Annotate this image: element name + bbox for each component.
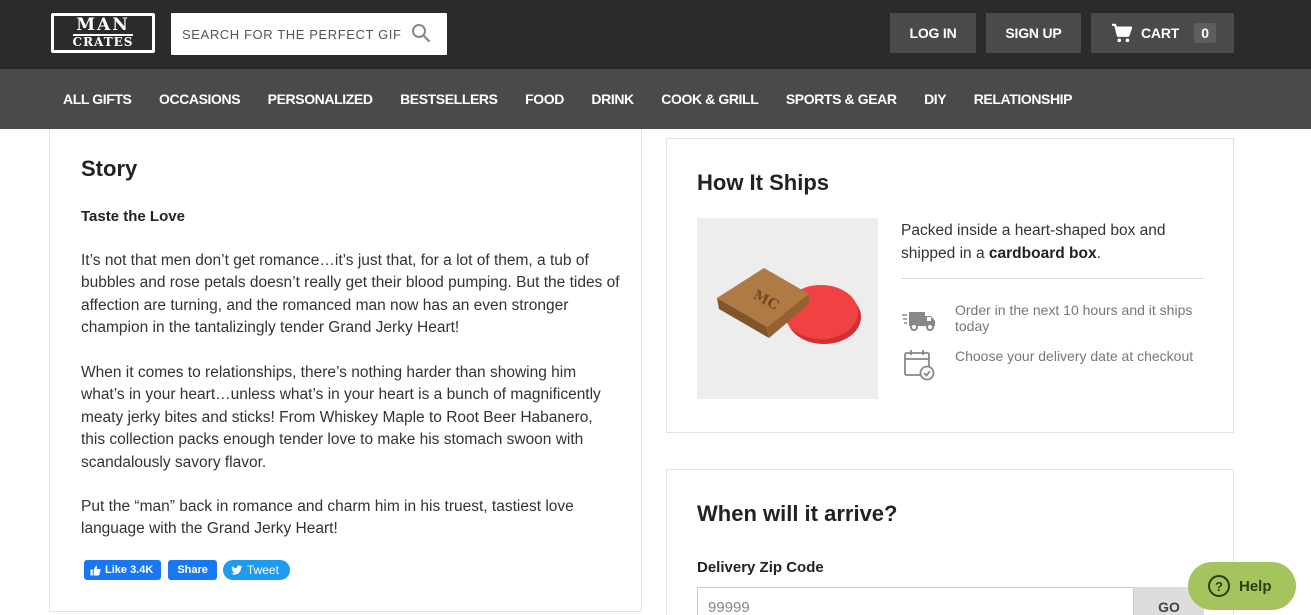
nav-item-occasions[interactable]: OCCASIONS	[159, 91, 241, 107]
tweet-label: Tweet	[246, 563, 279, 577]
story-paragraph: When it comes to relationships, there’s …	[81, 364, 601, 471]
ships-description: Packed inside a heart-shaped box and shi…	[901, 219, 1211, 265]
cart-label: CART	[1141, 25, 1180, 41]
story-subtitle: Taste the Love	[81, 208, 185, 225]
nav-item-bestsellers[interactable]: BESTSELLERS	[400, 91, 498, 107]
main-nav: ALL GIFTS OCCASIONS PERSONALIZED BESTSEL…	[0, 69, 1311, 129]
nav-item-sports-gear[interactable]: SPORTS & GEAR	[786, 91, 897, 107]
cart-count-badge: 0	[1194, 23, 1217, 43]
zip-code-input[interactable]	[697, 587, 1134, 615]
how-it-ships-card: How It Ships MC Packed inside a heart-sh…	[666, 138, 1234, 433]
arrival-title: When will it arrive?	[697, 501, 898, 526]
ships-desc-suffix: .	[1096, 245, 1101, 262]
nav-item-food[interactable]: FOOD	[525, 91, 564, 107]
cart-icon	[1112, 23, 1133, 43]
nav-item-cook-grill[interactable]: COOK & GRILL	[661, 91, 758, 107]
facebook-share-button[interactable]: Share	[168, 560, 217, 580]
story-card: Story Taste the Love It’s not that men d…	[49, 129, 642, 612]
delivery-truck-icon	[902, 312, 935, 331]
thumbs-up-icon	[90, 565, 101, 576]
story-paragraph: It’s not that men don’t get romance…it’s…	[81, 252, 620, 337]
ship-time-row: Order in the next 10 hours and it ships …	[901, 302, 1215, 336]
sign-up-button[interactable]: SIGN UP	[986, 13, 1081, 53]
facebook-like-label: Like 3.4K	[105, 564, 154, 576]
arrival-estimate-card: When will it arrive? Delivery Zip Code G…	[666, 469, 1234, 615]
nav-item-diy[interactable]: DIY	[924, 91, 947, 107]
zip-code-label: Delivery Zip Code	[697, 559, 824, 576]
twitter-bird-icon	[230, 565, 243, 575]
heart-box-product-image: MC	[697, 218, 878, 399]
ship-time-text: Order in the next 10 hours and it ships …	[955, 302, 1193, 334]
tweet-button[interactable]: Tweet	[222, 560, 290, 580]
delivery-date-row: Choose your delivery date at checkout	[901, 348, 1215, 382]
log-in-button[interactable]: LOG IN	[890, 13, 976, 53]
top-header: MAN CRATES LOG IN SIGN UP CART 0	[0, 0, 1311, 69]
question-icon: ?	[1208, 575, 1230, 597]
facebook-like-button[interactable]: Like 3.4K	[84, 560, 162, 580]
help-button[interactable]: ? Help	[1188, 562, 1296, 610]
delivery-date-text: Choose your delivery date at checkout	[955, 348, 1194, 364]
search-box	[171, 13, 447, 55]
man-crates-logo[interactable]: MAN CRATES	[51, 13, 155, 53]
logo-line-2: CRATES	[72, 34, 134, 50]
ships-desc-bold: cardboard box	[988, 245, 1097, 262]
nav-item-personalized[interactable]: PERSONALIZED	[268, 91, 373, 107]
logo-line-1: MAN	[76, 14, 130, 35]
search-icon[interactable]	[411, 23, 431, 43]
ships-divider	[901, 278, 1204, 279]
nav-item-relationship[interactable]: RELATIONSHIP	[974, 91, 1073, 107]
ships-title: How It Ships	[697, 170, 829, 195]
help-label: Help	[1239, 577, 1272, 595]
heart-box-illustration: MC	[717, 268, 861, 344]
cart-button[interactable]: CART 0	[1091, 13, 1234, 53]
nav-item-all-gifts[interactable]: ALL GIFTS	[63, 91, 132, 107]
story-title: Story	[81, 156, 138, 181]
search-input[interactable]	[171, 13, 401, 55]
social-buttons: Like 3.4K Share Tweet	[84, 560, 290, 580]
nav-item-drink[interactable]: DRINK	[591, 91, 634, 107]
story-paragraph: Put the “man” back in romance and charm …	[81, 498, 574, 538]
calendar-check-icon	[904, 350, 935, 381]
